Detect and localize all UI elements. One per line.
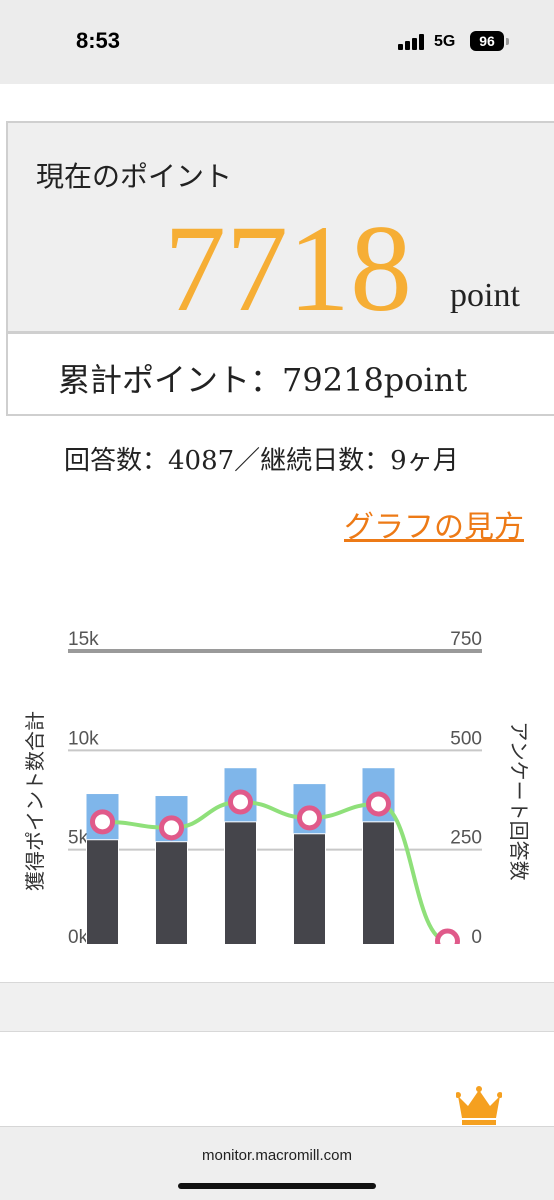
line-point [228, 789, 253, 815]
browser-url-bar[interactable]: monitor.macromill.com [0, 1126, 554, 1200]
y-tick-label: 15k [68, 629, 99, 650]
crown-icon [456, 1086, 502, 1125]
status-bar: 8:53 5G 96 [0, 0, 554, 84]
y2-tick-label: 500 [450, 728, 482, 749]
line-point [159, 815, 184, 841]
y-tick-label: 0k [68, 927, 89, 944]
bar-dark [155, 841, 188, 944]
network-label: 5G [434, 33, 456, 50]
bar-dark [224, 821, 257, 944]
current-points-unit: point [450, 277, 520, 314]
y2-tick-label: 0 [471, 927, 482, 944]
y2-tick-label: 750 [450, 629, 482, 650]
y-axis-label: 獲得ポイント数合計 [23, 711, 47, 891]
status-time: 8:53 [76, 28, 121, 53]
y-tick-label: 5k [68, 828, 89, 849]
line-point [435, 928, 460, 944]
battery-icon: 96 [470, 31, 504, 51]
line-point [366, 791, 391, 817]
current-points-value: 7718 [164, 200, 412, 337]
y2-axis-label: アンケート回答数 [507, 721, 531, 880]
home-indicator [178, 1183, 376, 1189]
bar-dark [293, 833, 326, 944]
line-point [90, 809, 115, 835]
series-line [102, 799, 448, 944]
signal-icon [398, 34, 426, 50]
y-tick-label: 10k [68, 728, 99, 749]
url-text: monitor.macromill.com [201, 1147, 353, 1164]
total-points-box: 累計ポイント：79218point [6, 332, 554, 416]
current-points-box: 現在のポイント 7718 point [6, 121, 554, 333]
total-points-text: 累計ポイント：79218point [58, 361, 468, 399]
line-point [297, 805, 322, 831]
answer-stats: 回答数：4087／継続日数：9ヶ月 [64, 446, 459, 476]
section-divider [0, 982, 554, 1032]
bar-dark [86, 839, 119, 944]
current-points-label: 現在のポイント [36, 160, 233, 193]
points-chart: 0k5k10k15k02505007506月7月8月9月10月11月獲得ポイント… [23, 629, 531, 944]
y2-tick-label: 250 [450, 828, 482, 849]
page-content: 現在のポイント 7718 point 累計ポイント：79218point 回答数… [0, 84, 554, 982]
bar-dark [362, 821, 395, 944]
battery-tip [506, 38, 509, 45]
